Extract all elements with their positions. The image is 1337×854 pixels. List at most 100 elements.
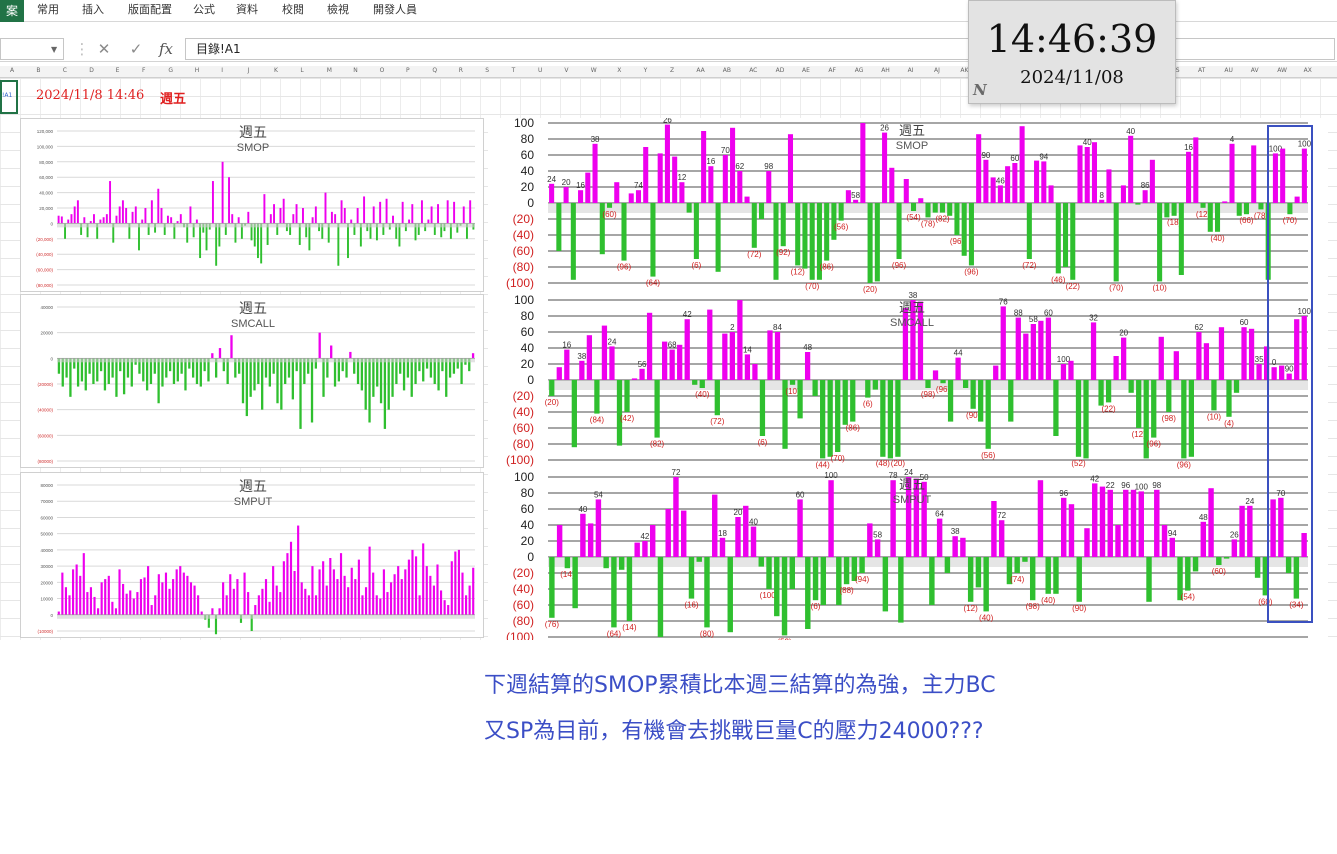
column-label[interactable]: M xyxy=(327,67,332,74)
bar xyxy=(79,575,82,615)
bar xyxy=(429,575,432,615)
column-label[interactable]: AE xyxy=(802,67,810,74)
column-label[interactable]: P xyxy=(406,67,410,74)
column-label[interactable]: T xyxy=(512,67,516,74)
bar xyxy=(231,214,234,224)
data-label: (64) xyxy=(607,629,622,638)
tab-page-layout[interactable]: 版面配置 xyxy=(128,0,172,22)
column-label[interactable]: AV xyxy=(1251,67,1259,74)
column-label[interactable]: B xyxy=(36,67,40,74)
column-label[interactable]: H xyxy=(195,67,200,74)
bar xyxy=(254,605,257,615)
bar xyxy=(411,204,414,224)
data-label: (70) xyxy=(831,454,846,463)
y-tick-label: 40000 xyxy=(40,305,53,310)
tab-insert[interactable]: 插入 xyxy=(82,0,104,22)
function-icon[interactable]: fx xyxy=(156,39,176,59)
data-label: 44 xyxy=(954,349,963,358)
tab-view[interactable]: 檢視 xyxy=(327,0,349,22)
tab-home[interactable]: 常用 xyxy=(37,0,59,22)
column-label[interactable]: K xyxy=(274,67,278,74)
bar xyxy=(269,214,272,224)
column-label[interactable]: AC xyxy=(749,67,757,74)
column-label[interactable]: Q xyxy=(432,67,437,74)
column-label[interactable]: C xyxy=(63,67,67,74)
column-label[interactable]: X xyxy=(617,67,621,74)
column-label[interactable]: AU xyxy=(1224,67,1233,74)
bar xyxy=(418,595,421,615)
chart-smput-left[interactable]: 80000 70000 60000 50000 40000 30000 20000 10000… xyxy=(20,472,484,638)
column-label[interactable]: N xyxy=(353,67,358,74)
column-label[interactable]: AW xyxy=(1277,67,1287,74)
column-label[interactable]: V xyxy=(564,67,568,74)
data-label: (14) xyxy=(622,623,637,632)
bar xyxy=(197,595,200,615)
bar xyxy=(245,358,248,417)
chart-smop-left[interactable]: 120,000 100,000 80,000 60,000 40,000 20,000 0 (… xyxy=(20,118,484,292)
column-label[interactable]: AF xyxy=(828,67,836,74)
bar xyxy=(314,595,318,615)
column-label[interactable]: J xyxy=(248,67,250,74)
y-tick-label: 70000 xyxy=(40,499,53,504)
column-label[interactable]: O xyxy=(380,67,385,74)
bar xyxy=(200,611,203,615)
column-label[interactable]: AB xyxy=(723,67,731,74)
column-label[interactable]: L xyxy=(300,67,303,74)
bar xyxy=(360,358,364,391)
column-label[interactable]: Y xyxy=(644,67,648,74)
column-label[interactable]: D xyxy=(89,67,94,74)
tab-review[interactable]: 校閱 xyxy=(282,0,304,22)
column-label[interactable]: AH xyxy=(881,67,890,74)
bar xyxy=(97,608,100,615)
bar xyxy=(263,194,266,224)
worksheet[interactable]: !A1 2024/11/8 14:46 週五 120,000 100,000 80,… xyxy=(0,78,1337,640)
column-label[interactable]: AI xyxy=(908,67,914,74)
column-label[interactable]: I xyxy=(221,67,223,74)
column-label[interactable]: R xyxy=(459,67,463,74)
column-label[interactable]: AG xyxy=(855,67,864,74)
column-label[interactable]: AT xyxy=(1198,67,1205,74)
column-label[interactable]: U xyxy=(538,67,542,74)
column-label[interactable]: AJ xyxy=(934,67,940,74)
column-label[interactable]: S xyxy=(485,67,489,74)
column-label[interactable]: AA xyxy=(696,67,704,74)
close-icon[interactable]: ✕ xyxy=(94,39,114,59)
bar xyxy=(354,579,357,615)
name-box[interactable]: ▼ xyxy=(0,38,64,60)
bar xyxy=(609,346,615,380)
column-label[interactable]: AX xyxy=(1304,67,1312,74)
column-label[interactable]: A xyxy=(10,67,14,74)
active-cell[interactable]: !A1 xyxy=(0,80,18,114)
bar xyxy=(420,200,423,224)
bar xyxy=(1138,491,1144,557)
column-label[interactable]: G xyxy=(168,67,173,74)
column-label[interactable]: F xyxy=(142,67,145,74)
bar xyxy=(1151,380,1157,438)
bar xyxy=(364,358,367,410)
tab-data[interactable]: 資料 xyxy=(236,0,258,22)
bar xyxy=(347,587,350,615)
bar xyxy=(211,353,214,359)
bar xyxy=(1014,557,1020,573)
column-label[interactable]: Z xyxy=(670,67,674,74)
check-icon[interactable]: ✓ xyxy=(126,39,146,59)
tab-developer[interactable]: 開發人員 xyxy=(373,0,417,22)
bar xyxy=(579,360,585,380)
y-tick-label: (80) xyxy=(513,614,534,628)
chart-right-panel[interactable]: 100 80 60 40 20 0 (20) (40) (60) (80) (100) 24 20 16 3… xyxy=(488,118,1328,640)
file-tab[interactable]: 案 xyxy=(0,0,24,22)
bar xyxy=(118,569,121,615)
column-label[interactable]: W xyxy=(591,67,597,74)
data-label: (72) xyxy=(747,250,762,259)
bar xyxy=(464,595,468,615)
tab-formulas[interactable]: 公式 xyxy=(193,0,215,22)
chevron-down-icon[interactable]: ▼ xyxy=(51,45,57,54)
y-tick-label: (60) xyxy=(513,244,534,258)
data-label: (40) xyxy=(695,390,710,399)
chart-smcall-left[interactable]: 40000 20000 0 (20000) (40000) (60000) (80000) 週… xyxy=(20,294,484,468)
column-label[interactable]: AD xyxy=(776,67,785,74)
y-tick-label: 80,000 xyxy=(39,160,53,165)
data-label: 26 xyxy=(663,118,672,125)
column-label[interactable]: E xyxy=(116,67,120,74)
chart-subtitle: SMOP xyxy=(896,140,928,152)
